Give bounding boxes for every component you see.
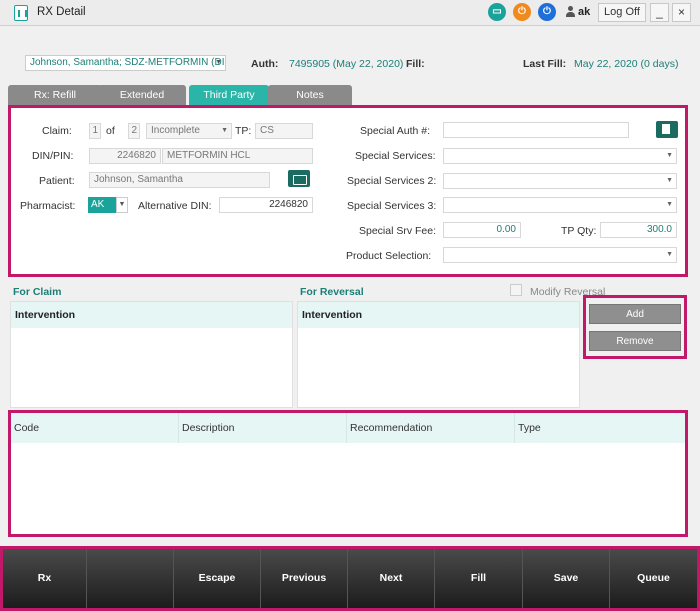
- tab-extended[interactable]: Extended: [98, 85, 186, 105]
- column-header-type[interactable]: Type: [515, 413, 685, 443]
- column-header-recommendation[interactable]: Recommendation: [347, 413, 515, 443]
- escape-button[interactable]: Escape: [174, 549, 261, 608]
- username: ak: [578, 6, 591, 18]
- auth-value: 7495905 (May 22, 2020): [289, 58, 404, 70]
- claim-label: Claim:: [42, 125, 72, 137]
- product-selection-label: Product Selection:: [346, 250, 432, 262]
- tp-qty-label: TP Qty:: [561, 225, 597, 237]
- footer-toolbar: Rx Escape Previous Next Fill Save Queue: [0, 546, 700, 611]
- queue-button[interactable]: Queue: [610, 549, 697, 608]
- tp-field: CS: [255, 123, 313, 139]
- for-reversal-heading: For Reversal: [300, 286, 364, 298]
- special-auth-field[interactable]: [443, 122, 629, 138]
- pharmacist-select[interactable]: AK: [88, 197, 116, 213]
- special-services-3-label: Special Services 3:: [347, 200, 437, 212]
- dur-grid: Code Description Recommendation Type: [8, 410, 688, 537]
- intervention-button-panel: Add Remove: [583, 295, 687, 359]
- log-off-button[interactable]: Log Off: [598, 3, 646, 22]
- dropdown-caret-icon[interactable]: ▼: [116, 197, 128, 213]
- product-selection-select[interactable]: ▼: [443, 247, 677, 263]
- tp-label: TP:: [235, 125, 252, 137]
- last-fill-value: May 22, 2020 (0 days): [574, 58, 679, 70]
- special-services-label: Special Services:: [355, 150, 436, 162]
- last-fill-label: Last Fill:: [523, 58, 567, 70]
- pharmacist-label: Pharmacist:: [20, 200, 76, 212]
- add-button[interactable]: Add: [589, 304, 681, 324]
- dropdown-caret-icon: ▼: [215, 59, 222, 66]
- document-icon[interactable]: [656, 121, 678, 138]
- din-label: DIN/PIN:: [32, 150, 74, 162]
- minimize-button[interactable]: _: [650, 3, 669, 22]
- column-header-description[interactable]: Description: [179, 413, 347, 443]
- reversal-intervention-list[interactable]: Intervention: [297, 301, 580, 408]
- patient-label: Patient:: [39, 175, 75, 187]
- power-icon[interactable]: ⏻: [513, 3, 531, 21]
- for-claim-heading: For Claim: [13, 286, 62, 298]
- reversal-intervention-header: Intervention: [298, 302, 579, 328]
- din-field: 2246820: [89, 148, 161, 164]
- power-icon[interactable]: ⏻: [538, 3, 556, 21]
- close-button[interactable]: ×: [672, 3, 691, 22]
- tab-rx-refill[interactable]: Rx: Refill: [8, 85, 102, 105]
- remove-button[interactable]: Remove: [589, 331, 681, 351]
- patient-field: Johnson, Samantha: [89, 172, 270, 188]
- previous-button[interactable]: Previous: [261, 549, 348, 608]
- special-services-select[interactable]: ▼: [443, 148, 677, 164]
- blank-button[interactable]: [87, 549, 174, 608]
- special-srv-fee-label: Special Srv Fee:: [359, 225, 437, 237]
- tab-notes[interactable]: Notes: [268, 85, 352, 105]
- monitor-icon[interactable]: ▭: [488, 3, 506, 21]
- claim-total-field: 2: [128, 123, 140, 139]
- auth-label: Auth:: [251, 58, 279, 70]
- patient-drug-select[interactable]: Johnson, Samantha; SDZ-METFORMIN (DII ▼: [25, 55, 226, 71]
- modify-reversal-checkbox[interactable]: [510, 284, 522, 296]
- column-header-code[interactable]: Code: [11, 413, 179, 443]
- dropdown-caret-icon: ▼: [666, 177, 673, 184]
- claim-status-select[interactable]: Incomplete ▼: [146, 123, 232, 139]
- special-services-3-select[interactable]: ▼: [443, 197, 677, 213]
- patient-drug-value: Johnson, Samantha; SDZ-METFORMIN (DII: [30, 57, 226, 68]
- claim-status-value: Incomplete: [151, 125, 200, 136]
- dropdown-caret-icon: ▼: [666, 152, 673, 159]
- special-srv-fee-field[interactable]: 0.00: [443, 222, 521, 238]
- fill-label: Fill:: [406, 58, 425, 70]
- dropdown-caret-icon: ▼: [221, 127, 228, 134]
- window-title: RX Detail: [37, 6, 86, 18]
- alt-din-label: Alternative DIN:: [138, 200, 212, 212]
- save-button[interactable]: Save: [523, 549, 610, 608]
- special-services-2-select[interactable]: ▼: [443, 173, 677, 189]
- tp-qty-field[interactable]: 300.0: [600, 222, 677, 238]
- fill-button[interactable]: Fill: [435, 549, 523, 608]
- claim-panel: Claim: 1 of 2 Incomplete ▼ TP: CS DIN/PI…: [8, 105, 688, 277]
- special-services-2-label: Special Services 2:: [347, 175, 437, 187]
- of-label: of: [106, 125, 115, 137]
- user-icon: [566, 6, 575, 18]
- rx-button[interactable]: Rx: [3, 549, 87, 608]
- special-auth-label: Special Auth #:: [360, 125, 431, 137]
- dropdown-caret-icon: ▼: [666, 201, 673, 208]
- claim-number-field: 1: [89, 123, 101, 139]
- dropdown-caret-icon: ▼: [666, 251, 673, 258]
- folder-icon[interactable]: [288, 170, 310, 187]
- title-bar: RX Detail ▭ ⏻ ⏻ ak Log Off _ ×: [0, 0, 700, 26]
- drug-name-field: METFORMIN HCL: [162, 148, 313, 164]
- claim-intervention-list[interactable]: Intervention: [10, 301, 293, 408]
- tab-third-party[interactable]: Third Party: [189, 85, 269, 105]
- claim-intervention-header: Intervention: [11, 302, 292, 328]
- app-logo-icon: [14, 5, 28, 21]
- alt-din-field[interactable]: 2246820: [219, 197, 313, 213]
- next-button[interactable]: Next: [348, 549, 435, 608]
